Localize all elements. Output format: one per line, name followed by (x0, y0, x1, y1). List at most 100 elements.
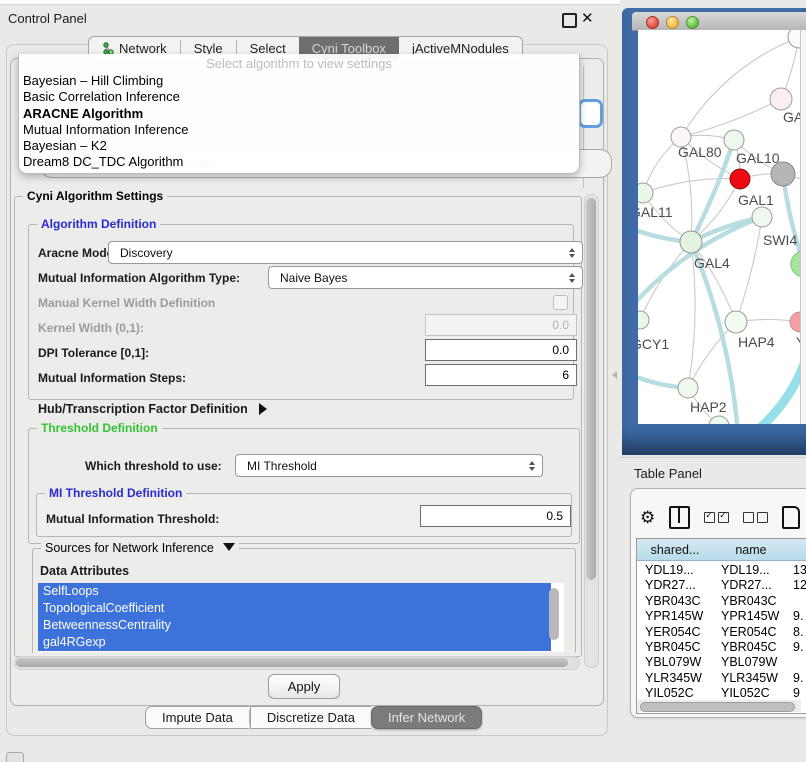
kernel-width-field: 0.0 (425, 314, 577, 336)
network-edge[interactable] (681, 37, 799, 137)
mi-steps-label: Mutual Information Steps: (38, 371, 186, 385)
network-node-swi4[interactable] (752, 207, 772, 227)
gear-icon[interactable]: ⚙ (640, 509, 655, 526)
table-cell: YDR27... (721, 578, 772, 593)
kernel-width-label: Kernel Width (0,1): (38, 321, 144, 335)
top-strip (0, 0, 620, 5)
which-threshold-label: Which threshold to use: (85, 459, 222, 473)
network-node-gal10[interactable] (724, 130, 744, 150)
hub-tf-toggle[interactable]: Hub/Transcription Factor Definition (38, 402, 267, 416)
network-window-titlebar[interactable] (632, 12, 806, 31)
dropdown-item[interactable]: Bayesian – K2 (21, 138, 577, 154)
mi-threshold-label: Mutual Information Threshold: (46, 512, 219, 526)
column-header[interactable] (789, 539, 806, 561)
network-edge[interactable] (783, 174, 800, 264)
close-panel-icon[interactable]: ✕ (581, 9, 594, 27)
bottom-tab-infer-network[interactable]: Infer Network (371, 706, 482, 729)
table-row[interactable]: YBL079WYBL079W (637, 655, 806, 670)
table-row[interactable]: YLR345WYLR345W9. (637, 671, 806, 686)
table-cell: 9. (793, 671, 803, 686)
settings-hscrollbar-thumb[interactable] (16, 658, 568, 667)
manual-kernel-label: Manual Kernel Width Definition (38, 296, 215, 310)
dropdown-item[interactable]: Basic Correlation Inference (21, 89, 577, 105)
bottom-tab-impute-data[interactable]: Impute Data (145, 706, 249, 729)
manual-kernel-checkbox[interactable] (553, 295, 568, 310)
table-hscrollbar-track[interactable] (637, 700, 801, 712)
mi-type-value: Naive Bayes (280, 271, 347, 285)
column-header[interactable]: shared... (637, 539, 714, 561)
node-label: GAL (783, 109, 800, 125)
dropdown-item[interactable]: Dream8 DC_TDC Algorithm (21, 154, 577, 170)
network-icon (102, 42, 114, 55)
mi-threshold-field[interactable]: 0.5 (420, 505, 571, 527)
apply-button[interactable]: Apply (268, 674, 340, 699)
table-row[interactable]: YDL19...YDL19...13 (637, 563, 806, 578)
attr-list-scrollbar[interactable] (549, 588, 559, 640)
attribute-list-item[interactable]: TopologicalCoefficient (38, 600, 551, 617)
network-node-gal1[interactable] (730, 169, 750, 189)
network-node-gal4[interactable] (680, 231, 702, 253)
network-canvas[interactable]: GALGAL80GAL10GAL1GAL11SWI4GAL4HAP4YGCY1H… (638, 30, 800, 424)
page-icon[interactable] (782, 506, 800, 529)
unchecked-pair-icon[interactable] (743, 512, 768, 523)
aracne-mode-combo[interactable]: Discovery (108, 241, 583, 264)
dropdown-item-list: Bayesian – Hill ClimbingBasic Correlatio… (21, 73, 577, 171)
sources-title: Sources for Network Inference (45, 541, 214, 555)
bottom-tab-discretize-data[interactable]: Discretize Data (250, 706, 371, 729)
zoom-traffic-light-icon[interactable] (686, 16, 699, 29)
attribute-list-item[interactable]: gal4RGexp (38, 634, 551, 651)
table-row[interactable]: YBR045CYBR045C9. (637, 640, 806, 655)
network-node[interactable] (788, 30, 800, 48)
network-edge[interactable] (643, 179, 740, 193)
network-node-y[interactable] (790, 312, 800, 332)
table-row[interactable]: YDR27...YDR27...12 (637, 578, 806, 593)
table-cell: YLR345W (645, 671, 702, 686)
node-table[interactable]: shared...name YDL19...YDL19...13YDR27...… (636, 538, 806, 714)
node-label: GCY1 (638, 336, 669, 352)
checked-pair-icon[interactable] (704, 512, 729, 523)
close-traffic-light-icon[interactable] (646, 16, 659, 29)
network-edge[interactable] (736, 217, 762, 322)
aracne-mode-value: Discovery (120, 246, 173, 260)
stepper-arrows-icon (569, 248, 575, 258)
split-column-icon[interactable] (669, 506, 690, 529)
collapse-arrow-icon[interactable] (223, 543, 235, 551)
table-hscrollbar-thumb[interactable] (640, 702, 795, 712)
network-node-gal11[interactable] (638, 183, 653, 203)
minimized-panel-button[interactable] (6, 752, 24, 762)
table-panel-separator (620, 457, 806, 458)
dropdown-placeholder: Select algorithm to view settings (19, 56, 579, 71)
minimize-traffic-light-icon[interactable] (666, 16, 679, 29)
mi-type-label: Mutual Information Algorithm Type: (38, 271, 240, 285)
which-threshold-combo[interactable]: MI Threshold (235, 454, 543, 477)
network-node-hap2[interactable] (678, 378, 698, 398)
dropdown-item[interactable]: ARACNE Algorithm (21, 106, 577, 122)
table-row[interactable]: YER054CYER054C8. (637, 625, 806, 640)
table-row[interactable]: YPR145WYPR145W9. (637, 609, 806, 624)
attribute-list-item[interactable]: SelfLoops (38, 583, 551, 600)
splitter-collapse-icon[interactable] (612, 371, 617, 379)
node-label: GAL10 (736, 150, 780, 166)
mi-steps-field[interactable]: 6 (425, 364, 577, 386)
network-node-gcy1[interactable] (638, 311, 649, 329)
mi-type-combo[interactable]: Naive Bayes (268, 266, 583, 289)
dpi-tolerance-field[interactable]: 0.0 (425, 339, 577, 361)
network-node[interactable] (791, 251, 800, 277)
network-node-hap4[interactable] (725, 311, 747, 333)
float-panel-icon[interactable] (562, 13, 577, 28)
data-attributes-list[interactable]: SelfLoopsTopologicalCoefficientBetweenne… (38, 583, 564, 652)
dropdown-item[interactable]: Mutual Information Inference (21, 122, 577, 138)
algorithm-dropdown-popup: Select algorithm to view settings Bayesi… (18, 54, 580, 174)
node-label: SWI4 (763, 232, 797, 248)
table-cell: YPR145W (645, 609, 703, 624)
table-cell: 13 (793, 563, 806, 578)
network-edge[interactable] (640, 242, 691, 320)
attribute-list-item[interactable]: BetweennessCentrality (38, 617, 551, 634)
settings-vscrollbar-thumb[interactable] (586, 198, 596, 580)
network-node[interactable] (771, 162, 795, 186)
network-node[interactable] (709, 416, 729, 424)
column-header[interactable]: name (713, 539, 790, 561)
network-node-gal[interactable] (770, 88, 792, 110)
dropdown-item[interactable]: Bayesian – Hill Climbing (21, 73, 577, 89)
table-row[interactable]: YBR043CYBR043C (637, 594, 806, 609)
